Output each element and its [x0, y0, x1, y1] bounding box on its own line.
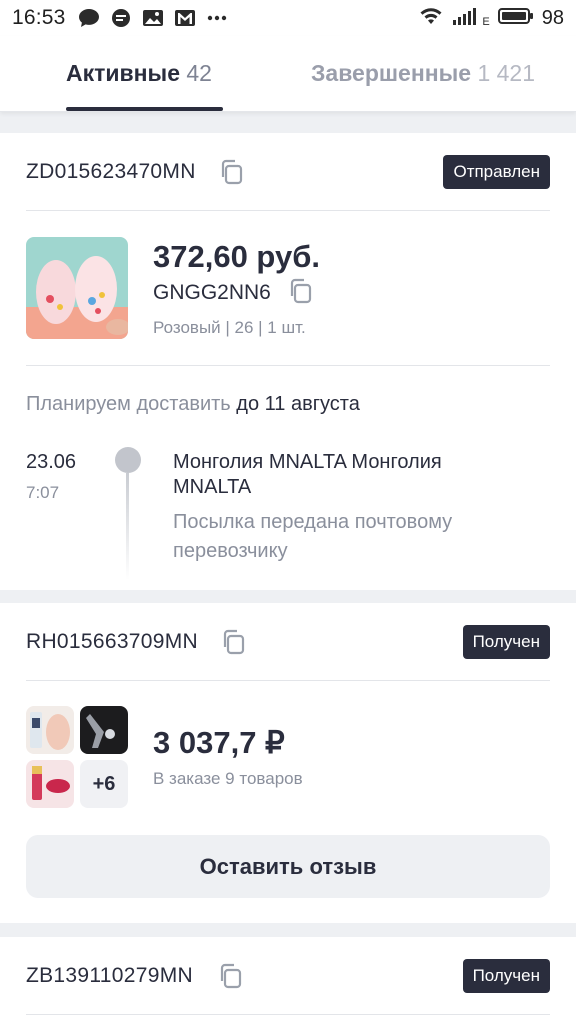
- tracking-date: 23.06: [26, 451, 77, 473]
- delivery-plan: Планируем доставить до 11 августа: [26, 393, 360, 416]
- status-bar: 16:53 E 98: [0, 0, 576, 36]
- order-card[interactable]: ZB139110279MN Получен: [0, 937, 576, 1024]
- active-tab-indicator: [66, 107, 223, 111]
- tab-active-orders[interactable]: Активные 42: [66, 60, 212, 87]
- order-price: 372,60 руб.: [153, 239, 320, 274]
- tab-count: 42: [186, 60, 212, 86]
- copy-icon[interactable]: [221, 629, 245, 655]
- divider: [26, 1014, 550, 1015]
- delivery-plan-label: Планируем доставить: [26, 393, 231, 415]
- delivery-plan-date: до 11 августа: [236, 393, 360, 415]
- copy-icon[interactable]: [218, 963, 242, 989]
- status-badge: Отправлен: [443, 155, 550, 189]
- tab-label: Завершенные: [311, 60, 472, 86]
- more-dots-icon: [206, 8, 228, 28]
- order-card[interactable]: RH015663709MN Получен +6 3 037,7 ₽ В зак…: [0, 603, 576, 923]
- image-icon: [142, 8, 164, 28]
- tracking-time: 7:07: [26, 483, 60, 502]
- order-items-count: В заказе 9 товаров: [153, 769, 303, 788]
- status-badge: Получен: [462, 625, 550, 659]
- wifi-icon: [418, 6, 444, 31]
- tab-label: Активные: [66, 60, 180, 86]
- copy-icon[interactable]: [288, 278, 312, 304]
- tab-completed-orders[interactable]: Завершенные 1 421: [311, 60, 535, 87]
- timeline-dot: [115, 447, 141, 473]
- gmail-icon: [174, 8, 196, 28]
- tracking-location: Монголия MNALTA Монголия MNALTA: [173, 451, 442, 498]
- product-details: Розовый | 26 | 1 шт.: [153, 318, 306, 337]
- product-thumbnail[interactable]: [26, 760, 74, 808]
- chat-bubble-icon: [78, 8, 100, 28]
- tracking-description: Посылка передана почтовому перевозчику: [173, 511, 453, 562]
- divider: [26, 680, 550, 681]
- copy-icon[interactable]: [219, 159, 243, 185]
- timeline-line: [126, 473, 129, 580]
- product-sku: GNGG2NN6: [153, 281, 271, 304]
- network-type-label: E: [482, 16, 490, 28]
- status-badge: Получен: [462, 959, 550, 993]
- battery-icon: [497, 6, 534, 31]
- leave-review-button[interactable]: Оставить отзыв: [26, 835, 550, 898]
- message-icon: [110, 8, 132, 28]
- divider: [26, 210, 550, 211]
- order-tabs: Активные 42 Завершенные 1 421: [0, 36, 576, 112]
- order-number: ZD015623470MN: [26, 160, 196, 183]
- signal-icon: [452, 6, 482, 31]
- more-items-count[interactable]: +6: [80, 760, 128, 808]
- battery-percent: 98: [541, 6, 564, 29]
- order-number: RH015663709MN: [26, 630, 199, 653]
- product-thumbnail[interactable]: [80, 706, 128, 754]
- divider: [26, 365, 550, 366]
- status-time: 16:53: [12, 6, 66, 29]
- order-number: ZB139110279MN: [26, 964, 193, 987]
- product-image[interactable]: [26, 237, 128, 339]
- order-card[interactable]: ZD015623470MN Отправлен 372,60 руб. GNGG…: [0, 133, 576, 590]
- order-price: 3 037,7 ₽: [153, 725, 285, 760]
- product-thumbnail[interactable]: [26, 706, 74, 754]
- tab-count: 1 421: [477, 60, 536, 86]
